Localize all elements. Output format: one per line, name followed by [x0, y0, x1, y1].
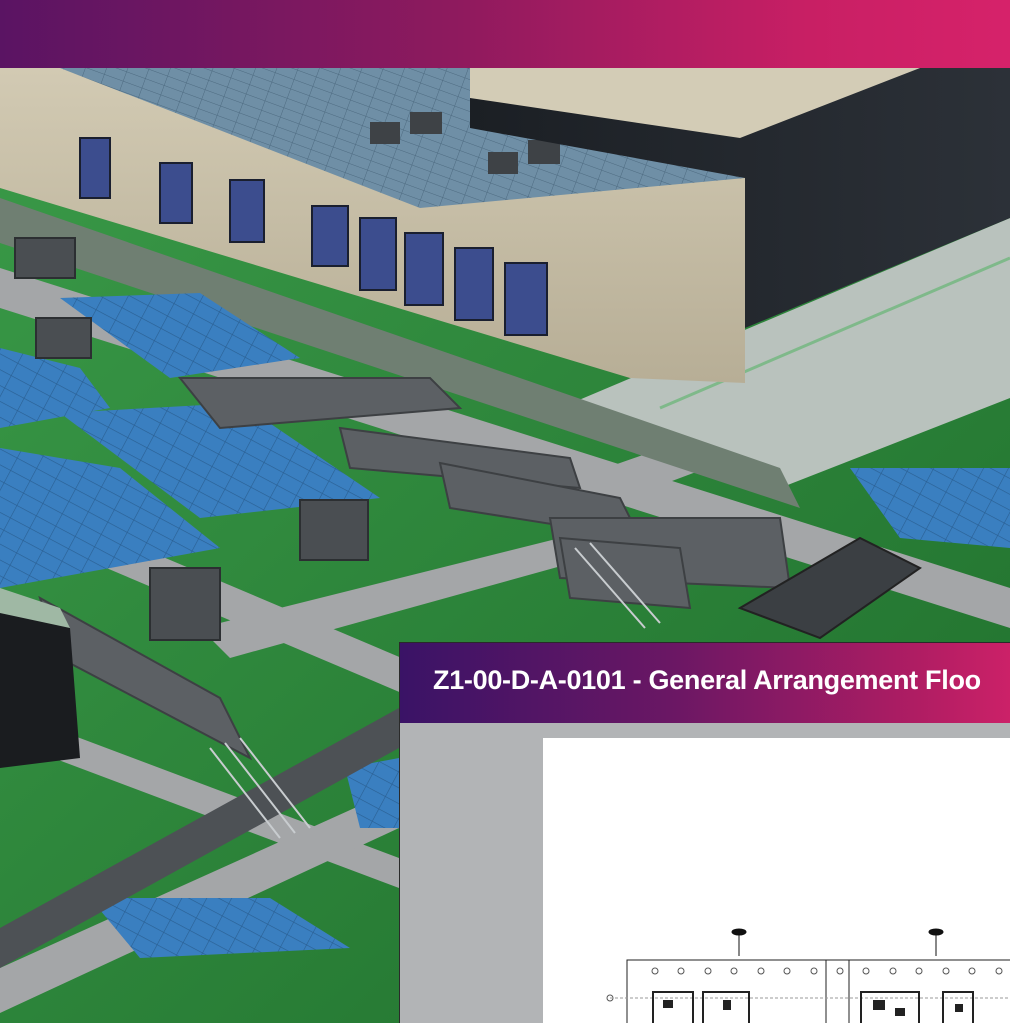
document-viewer[interactable]: Z1-00-D-A-0101 - General Arrangement Flo…	[399, 642, 1010, 1023]
document-title: Z1-00-D-A-0101 - General Arrangement Flo…	[433, 665, 981, 695]
header-bar	[0, 0, 1010, 68]
document-title-bar: Z1-00-D-A-0101 - General Arrangement Flo…	[400, 643, 1010, 723]
dark-block	[0, 608, 80, 768]
app-window: Z1-00-D-A-0101 - General Arrangement Flo…	[0, 0, 1010, 1023]
floor-plan-sheet[interactable]	[543, 738, 1010, 1023]
